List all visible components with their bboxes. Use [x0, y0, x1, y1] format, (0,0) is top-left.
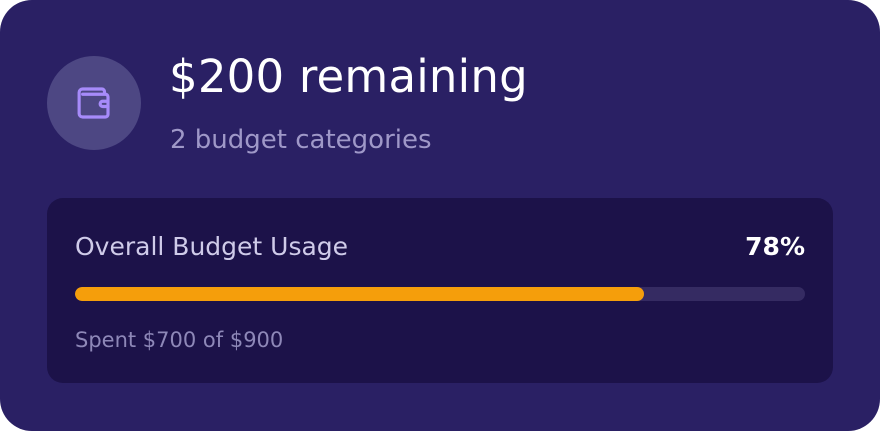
budget-progress-bar: [75, 287, 805, 301]
wallet-icon-badge: [47, 56, 141, 150]
usage-percentage: 78%: [745, 232, 805, 261]
spent-summary: Spent $700 of $900: [75, 328, 284, 352]
budget-categories-count: 2 budget categories: [170, 125, 432, 155]
remaining-amount-title: $200 remaining: [169, 50, 528, 103]
usage-label: Overall Budget Usage: [75, 232, 349, 261]
budget-progress-fill: [75, 287, 645, 301]
budget-summary-card: $200 remaining 2 budget categories Overa…: [0, 0, 880, 431]
overall-usage-panel: Overall Budget Usage 78% Spent $700 of $…: [47, 198, 833, 383]
wallet-icon: [73, 82, 115, 124]
